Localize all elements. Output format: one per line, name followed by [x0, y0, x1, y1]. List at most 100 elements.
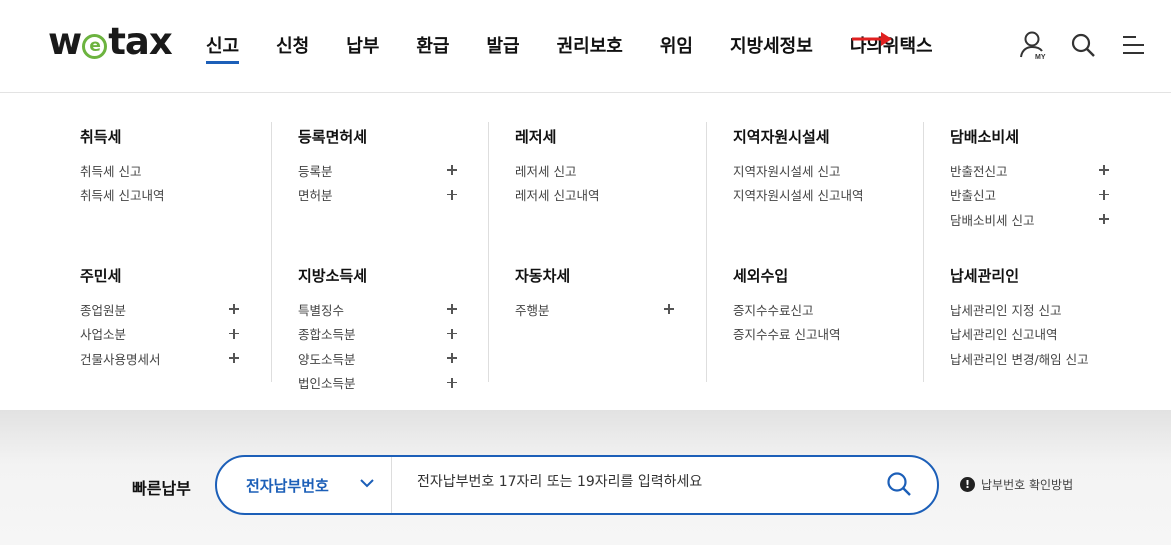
plus-icon[interactable] [1098, 189, 1110, 201]
menu-item-label: 납세관리인 변경/해임 신고 [950, 351, 1089, 367]
menu-item[interactable]: 증지수수료신고 [733, 297, 913, 322]
menu-item[interactable]: 레저세 신고 [515, 158, 675, 183]
menu-item[interactable]: 양도소득분 [298, 346, 458, 371]
menu-item-label: 특별징수 [298, 302, 345, 318]
menu-item[interactable]: 납세관리인 변경/해임 신고 [950, 346, 1130, 371]
search-icon[interactable] [885, 470, 913, 498]
menu-item[interactable]: 반출신고 [950, 183, 1110, 208]
menu-group-title: 담배소비세 [950, 128, 1020, 146]
nav-item-pay[interactable]: 납부 [346, 30, 379, 64]
menu-group-title: 취득세 [80, 128, 122, 146]
menu-item[interactable]: 레저세 신고내역 [515, 183, 675, 208]
plus-icon[interactable] [228, 328, 240, 340]
menu-item[interactable]: 사업소분 [80, 322, 240, 347]
menu-item-label: 반출전신고 [950, 163, 1008, 179]
nav-item-rights[interactable]: 권리보호 [557, 30, 623, 64]
menu-group-tax-administrator: 납세관리인 납세관리인 지정 신고 납세관리인 신고내역 납세관리인 변경/해임… [950, 265, 1130, 371]
svg-text:MY: MY [1035, 54, 1046, 61]
menu-item-label: 법인소득분 [298, 376, 356, 392]
quick-pay-label: 빠른납부 [132, 479, 191, 498]
menu-item[interactable]: 지역자원시설세 신고내역 [733, 183, 913, 208]
menu-group-registration-license-tax: 등록면허세 등록분 면허분 [298, 126, 458, 207]
plus-icon[interactable] [446, 189, 458, 201]
menu-column-5: 담배소비세 반출전신고 반출신고 담배소비세 신고 납세관리인 납세관리인 지정… [923, 122, 1143, 382]
menu-item[interactable]: 취득세 신고 [80, 158, 240, 183]
menu-item[interactable]: 납세관리인 지정 신고 [950, 297, 1130, 322]
menu-item-label: 면허분 [298, 188, 333, 204]
menu-item[interactable]: 특별징수 [298, 297, 458, 322]
menu-item-label: 레저세 신고 [515, 163, 577, 179]
payment-number-input[interactable] [417, 474, 857, 490]
menu-item-label: 종합소득분 [298, 327, 356, 343]
menu-item-label: 등록분 [298, 163, 333, 179]
red-arrow-icon [852, 32, 892, 46]
nav-item-tax-info[interactable]: 지방세정보 [730, 30, 813, 64]
wetax-logo[interactable]: w e tax [48, 20, 173, 63]
menu-item-label: 납세관리인 신고내역 [950, 327, 1058, 343]
menu-group-title: 등록면허세 [298, 128, 368, 146]
plus-icon[interactable] [228, 352, 240, 364]
menu-item[interactable]: 반출전신고 [950, 158, 1110, 183]
menu-item[interactable]: 납세관리인 신고내역 [950, 322, 1130, 347]
menu-group-leisure-tax: 레저세 레저세 신고 레저세 신고내역 [515, 126, 675, 207]
plus-icon[interactable] [1098, 164, 1110, 176]
menu-item-label: 양도소득분 [298, 351, 356, 367]
menu-group-tobacco-tax: 담배소비세 반출전신고 반출신고 담배소비세 신고 [950, 126, 1110, 232]
menu-item[interactable]: 종업원분 [80, 297, 240, 322]
menu-column-3: 레저세 레저세 신고 레저세 신고내역 자동차세 주행분 [488, 122, 705, 382]
menu-item[interactable]: 등록분 [298, 158, 458, 183]
payment-number-help-link[interactable]: ! 납부번호 확인방법 [960, 476, 1073, 493]
menu-icon[interactable] [1117, 28, 1149, 62]
plus-icon[interactable] [446, 377, 458, 389]
nav-item-apply[interactable]: 신청 [276, 30, 309, 64]
menu-item[interactable]: 취득세 신고내역 [80, 183, 240, 208]
menu-group-resident-tax: 주민세 종업원분 사업소분 건물사용명세서 [80, 265, 240, 371]
menu-item[interactable]: 법인소득분 [298, 371, 458, 396]
menu-item-label: 취득세 신고내역 [80, 188, 165, 204]
my-page-icon[interactable]: MY [1017, 28, 1049, 62]
nav-item-refund[interactable]: 환급 [416, 30, 449, 64]
search-icon[interactable] [1067, 28, 1099, 62]
menu-item[interactable]: 종합소득분 [298, 322, 458, 347]
menu-item-label: 건물사용명세서 [80, 351, 161, 367]
menu-group-local-income-tax: 지방소득세 특별징수 종합소득분 양도소득분 법인소득분 [298, 265, 458, 395]
plus-icon[interactable] [228, 303, 240, 315]
menu-item-label: 사업소분 [80, 327, 127, 343]
menu-item[interactable]: 담배소비세 신고 [950, 207, 1110, 232]
nav-item-report[interactable]: 신고 [206, 30, 240, 64]
site-header: w e tax 신고 신청 납부 환급 발급 권리보호 위임 지방세정보 나의위택스… [0, 0, 1171, 93]
menu-item[interactable]: 건물사용명세서 [80, 346, 240, 371]
menu-item[interactable]: 주행분 [515, 297, 675, 322]
menu-group-title: 납세관리인 [950, 267, 1020, 285]
menu-item-label: 증지수수료신고 [733, 302, 814, 318]
menu-item-label: 지역자원시설세 신고내역 [733, 188, 864, 204]
menu-item[interactable]: 지역자원시설세 신고 [733, 158, 913, 183]
logo-e-circle: e [82, 34, 108, 59]
menu-item-label: 반출신고 [950, 188, 997, 204]
menu-group-title: 주민세 [80, 267, 122, 285]
menu-group-title: 지역자원시설세 [733, 128, 830, 146]
menu-item[interactable]: 증지수수료 신고내역 [733, 322, 913, 347]
plus-icon[interactable] [446, 352, 458, 364]
logo-text-w: w [48, 20, 82, 63]
menu-item-label: 납세관리인 지정 신고 [950, 302, 1062, 318]
nav-item-delegate[interactable]: 위임 [660, 30, 693, 64]
plus-icon[interactable] [446, 328, 458, 340]
menu-group-title: 지방소득세 [298, 267, 368, 285]
nav-item-issue[interactable]: 발급 [487, 30, 520, 64]
menu-item-label: 주행분 [515, 302, 550, 318]
menu-column-2: 등록면허세 등록분 면허분 지방소득세 특별징수 종합소득분 양도소득분 법인소… [271, 122, 486, 391]
menu-group-title: 세외수입 [733, 267, 789, 285]
menu-group-title: 자동차세 [515, 267, 571, 285]
plus-icon[interactable] [446, 164, 458, 176]
plus-icon[interactable] [663, 303, 675, 315]
payment-number-type-select[interactable]: 전자납부번호 [217, 457, 392, 513]
header-utility-icons: MY [1017, 28, 1149, 62]
menu-item[interactable]: 면허분 [298, 183, 458, 208]
plus-icon[interactable] [446, 303, 458, 315]
menu-column-1: 취득세 취득세 신고 취득세 신고내역 주민세 종업원분 사업소분 건물사용명세… [80, 122, 245, 382]
plus-icon[interactable] [1098, 213, 1110, 225]
menu-group-title: 레저세 [515, 128, 557, 146]
info-icon: ! [960, 477, 975, 492]
help-label: 납부번호 확인방법 [981, 478, 1074, 492]
